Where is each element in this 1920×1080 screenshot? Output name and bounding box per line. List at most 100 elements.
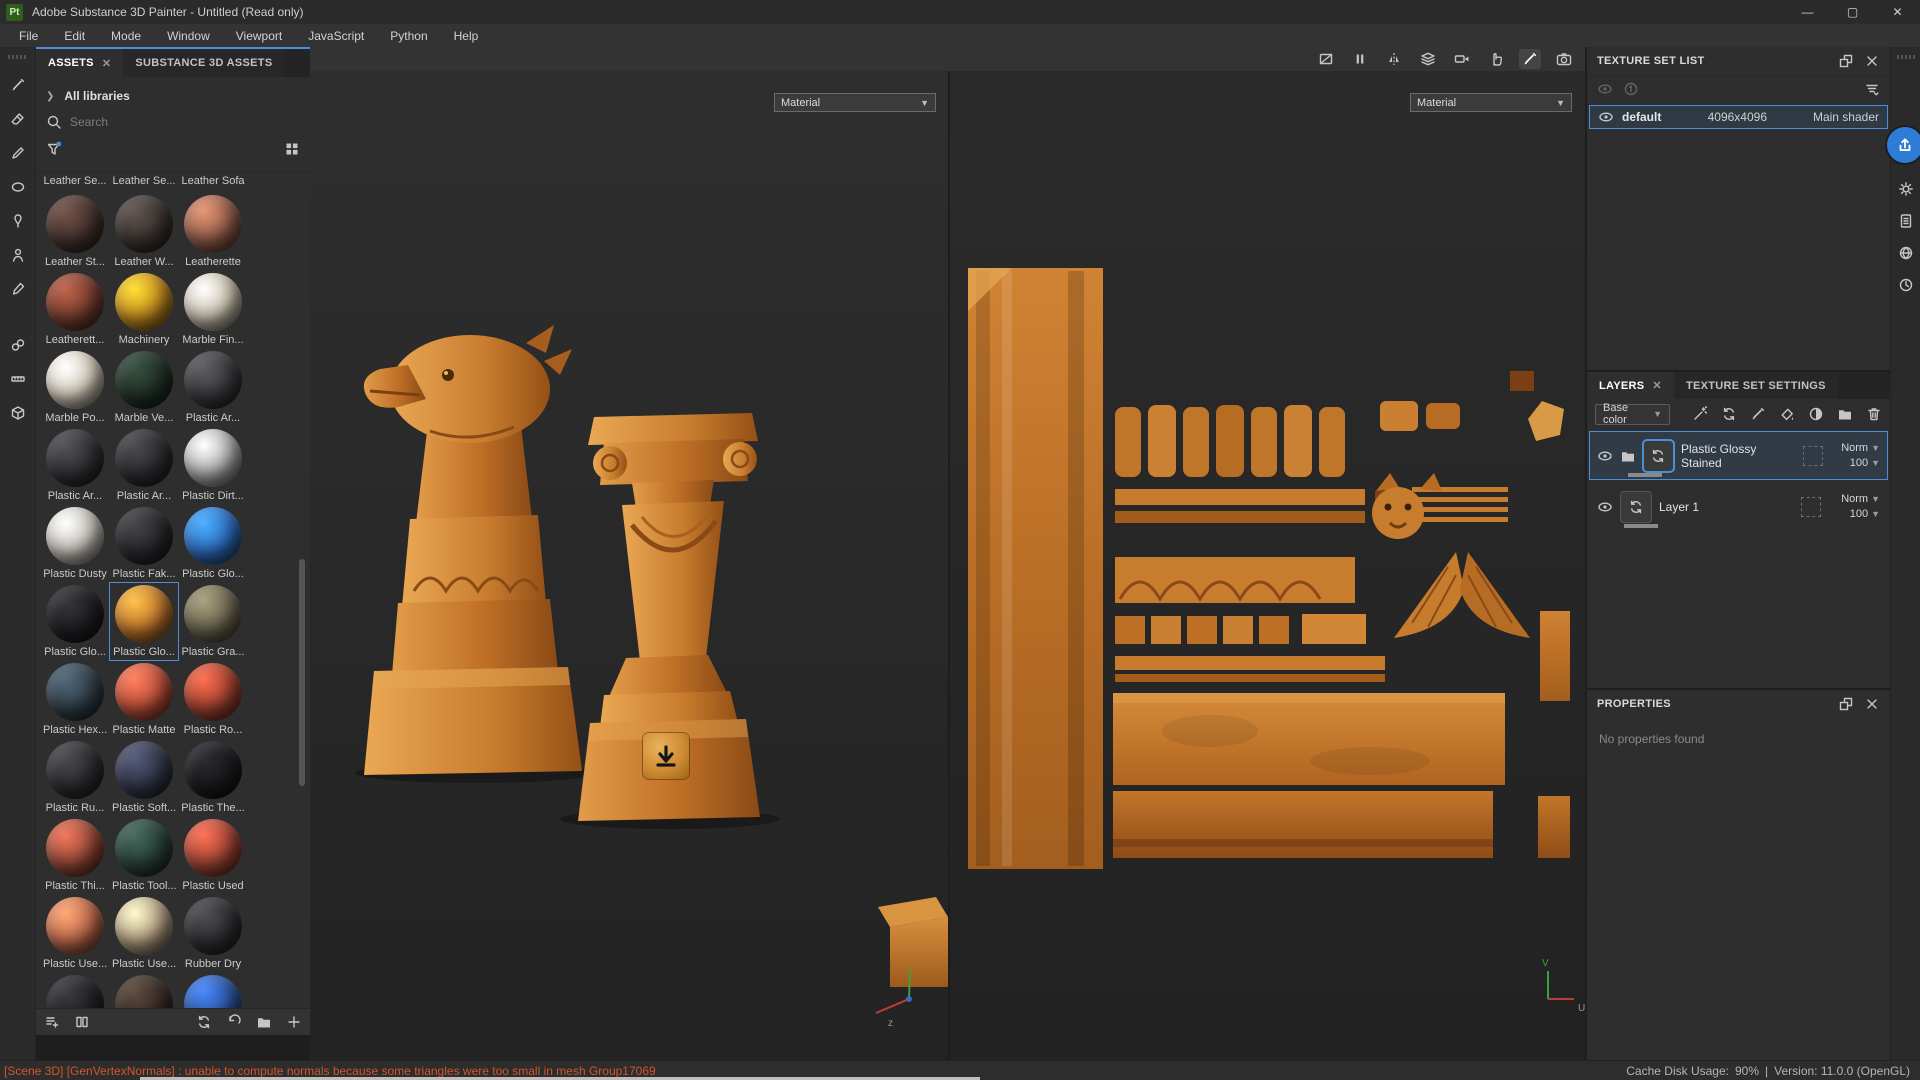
close-tab-icon[interactable]: ✕: [1652, 379, 1662, 392]
material-item[interactable]: Plastic Thi...: [43, 819, 107, 892]
material-item[interactable]: Plastic Soft...: [112, 741, 176, 814]
close-panel-icon[interactable]: [1864, 53, 1880, 69]
shader-settings-icon[interactable]: [1894, 209, 1918, 233]
tab-layers[interactable]: LAYERS✕: [1587, 372, 1674, 399]
channel-filter-select[interactable]: Base color ▼: [1595, 404, 1670, 425]
menu-javascript[interactable]: JavaScript: [295, 26, 377, 46]
menu-file[interactable]: File: [6, 26, 51, 46]
material-item[interactable]: Plastic Used: [181, 819, 245, 892]
material-item[interactable]: Rubber Dry: [181, 897, 245, 970]
tab-assets[interactable]: ASSETS✕: [36, 49, 123, 77]
float-panel-icon[interactable]: [1838, 696, 1854, 712]
hand-tool-icon[interactable]: [1485, 49, 1507, 69]
display-fill-toggle-icon[interactable]: [1315, 49, 1337, 69]
add-folder-icon[interactable]: [1837, 406, 1853, 422]
visibility-eye-icon[interactable]: [1597, 499, 1613, 515]
measure-tool[interactable]: [6, 367, 30, 391]
viewport-3d[interactable]: z Material ▼: [310, 71, 948, 1060]
sort-filter-icon[interactable]: [1864, 81, 1880, 97]
minimize-button[interactable]: —: [1785, 0, 1830, 24]
viewport-2d-uv[interactable]: V U Material ▼: [950, 71, 1585, 1060]
filter-funnel-icon[interactable]: [46, 141, 62, 157]
material-item[interactable]: Marble Po...: [43, 351, 107, 424]
paint-mode-icon[interactable]: [1519, 49, 1541, 69]
polygon-fill-tool[interactable]: [6, 175, 30, 199]
library-row[interactable]: ❯ All libraries: [36, 83, 310, 109]
menu-edit[interactable]: Edit: [51, 26, 98, 46]
add-mask-icon[interactable]: [1808, 406, 1824, 422]
visibility-eye-icon[interactable]: [1597, 448, 1613, 464]
toolbar-drag-handle[interactable]: [8, 55, 28, 59]
material-item[interactable]: Plastic Matte: [112, 663, 176, 736]
add-fill-icon[interactable]: [1779, 406, 1795, 422]
material-item[interactable]: Marble Fin...: [181, 273, 245, 346]
paint-tool[interactable]: [6, 73, 30, 97]
smudge-tool[interactable]: [6, 209, 30, 233]
visibility-eye-icon[interactable]: [1598, 109, 1614, 125]
blend-mode-select[interactable]: Norm▼: [1841, 493, 1880, 505]
material-item[interactable]: Plastic Glo...: [112, 585, 176, 658]
opacity-select[interactable]: 100▼: [1850, 457, 1880, 469]
menu-help[interactable]: Help: [441, 26, 492, 46]
viewer-settings-icon[interactable]: [1894, 241, 1918, 265]
toggle-visibility-icon[interactable]: [1597, 81, 1613, 97]
material-item[interactable]: Plastic The...: [181, 741, 245, 814]
material-item[interactable]: Leather W...: [112, 195, 176, 268]
add-paint-layer-icon[interactable]: [1750, 406, 1766, 422]
rail-drag-handle[interactable]: [1897, 55, 1915, 59]
material-item[interactable]: Marble Ve...: [112, 351, 176, 424]
blend-mode-select[interactable]: Norm▼: [1841, 442, 1880, 454]
opacity-select[interactable]: 100▼: [1850, 508, 1880, 520]
close-button[interactable]: ✕: [1875, 0, 1920, 24]
material-item[interactable]: Leatherett...: [43, 273, 107, 346]
history-icon[interactable]: [1894, 273, 1918, 297]
clone-tool[interactable]: [6, 243, 30, 267]
menu-mode[interactable]: Mode: [98, 26, 154, 46]
material-item[interactable]: Leatherette: [181, 195, 245, 268]
search-input[interactable]: [70, 115, 250, 129]
add-asset-icon[interactable]: [286, 1014, 302, 1030]
menu-python[interactable]: Python: [377, 26, 440, 46]
layer-thumbnail[interactable]: [1620, 491, 1652, 523]
material-item[interactable]: Plastic Ro...: [181, 663, 245, 736]
material-picker-tool[interactable]: [6, 277, 30, 301]
share-export-button[interactable]: [1887, 127, 1920, 163]
projection-tool[interactable]: [6, 141, 30, 165]
shading-mode-select-3d[interactable]: Material ▼: [774, 93, 936, 112]
material-item[interactable]: Plastic Glo...: [181, 507, 245, 580]
display-settings-icon[interactable]: [1894, 177, 1918, 201]
list-view-icon[interactable]: [74, 1014, 90, 1030]
material-item[interactable]: Plastic Dirt...: [181, 429, 245, 502]
material-item[interactable]: Plastic Fak...: [112, 507, 176, 580]
material-item[interactable]: Plastic Ar...: [43, 429, 107, 502]
shading-mode-select-2d[interactable]: Material ▼: [1410, 93, 1572, 112]
close-panel-icon[interactable]: [1864, 696, 1880, 712]
layer-stack-icon[interactable]: [1417, 49, 1439, 69]
grid-view-icon[interactable]: [284, 141, 300, 157]
material-item[interactable]: Machinery: [112, 273, 176, 346]
material-item[interactable]: Plastic Gra...: [181, 585, 245, 658]
material-item[interactable]: Leather St...: [43, 195, 107, 268]
eraser-tool[interactable]: [6, 107, 30, 131]
float-panel-icon[interactable]: [1838, 53, 1854, 69]
symmetry-icon[interactable]: [1383, 49, 1405, 69]
tab-substance-3d-assets[interactable]: SUBSTANCE 3D ASSETS: [123, 49, 284, 77]
camera-video-icon[interactable]: [1451, 49, 1473, 69]
material-item[interactable]: Plastic Ar...: [181, 351, 245, 424]
add-effect-icon[interactable]: [1692, 406, 1708, 422]
menu-viewport[interactable]: Viewport: [223, 26, 295, 46]
material-item[interactable]: Plastic Use...: [112, 897, 176, 970]
layer-row[interactable]: Plastic Glossy StainedNorm▼100▼: [1589, 431, 1888, 480]
material-item[interactable]: Plastic Ar...: [112, 429, 176, 502]
material-item[interactable]: Plastic Tool...: [112, 819, 176, 892]
delete-layer-icon[interactable]: [1866, 406, 1882, 422]
menu-window[interactable]: Window: [154, 26, 223, 46]
refresh-icon[interactable]: [226, 1014, 242, 1030]
material-item[interactable]: Plastic Glo...: [43, 585, 107, 658]
sync-assets-icon[interactable]: [196, 1014, 212, 1030]
camera-capture-icon[interactable]: [1553, 49, 1575, 69]
material-item[interactable]: Plastic Use...: [43, 897, 107, 970]
layer-row[interactable]: Layer 1Norm▼100▼: [1589, 482, 1888, 531]
material-item[interactable]: Plastic Ru...: [43, 741, 107, 814]
saved-searches-icon[interactable]: [44, 1014, 60, 1030]
